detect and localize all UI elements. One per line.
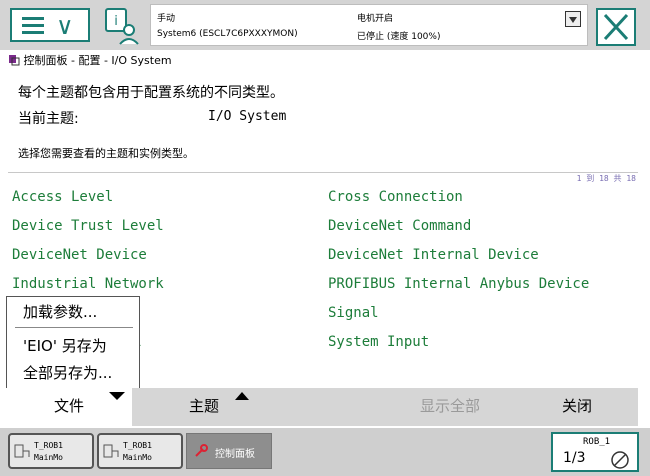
menu-item-load-parameters[interactable]: 加载参数... bbox=[23, 301, 97, 322]
description-text: 每个主题都包含用于配置系统的不同类型。 bbox=[18, 85, 284, 101]
triangle-down-icon bbox=[109, 392, 125, 400]
triangle-up-icon bbox=[235, 392, 249, 400]
list-item[interactable]: System Input bbox=[328, 334, 429, 350]
list-item[interactable]: Cross Connection bbox=[328, 189, 463, 205]
svg-text:i: i bbox=[114, 14, 118, 29]
task-button-1[interactable]: T_ROB1 MainMo bbox=[8, 433, 94, 469]
current-topic-value: I/O System bbox=[208, 109, 287, 124]
close-icon bbox=[603, 13, 629, 41]
control-panel-small-icon bbox=[9, 55, 20, 66]
taskbar: T_ROB1 MainMo T_ROB1 MainMo 控制面板 ROB_1 1… bbox=[0, 428, 650, 476]
speed-icon bbox=[611, 451, 629, 469]
show-all-button[interactable]: 显示全部 bbox=[376, 388, 524, 426]
system-name: System6 (ESCL7C6PXXXYMON) bbox=[157, 29, 298, 39]
rob-label: ROB_1 bbox=[583, 437, 611, 447]
task-2-module: MainMo bbox=[123, 453, 152, 462]
list-item[interactable]: DeviceNet Command bbox=[328, 218, 471, 234]
operator-info-icon[interactable]: i bbox=[102, 6, 142, 46]
show-all-label: 显示全部 bbox=[419, 397, 480, 415]
topic-button-label: 主题 bbox=[188, 397, 219, 415]
file-button[interactable]: 文件 bbox=[6, 388, 132, 426]
list-item[interactable]: PROFIBUS Internal Anybus Device bbox=[328, 276, 589, 292]
mode-label: 手动 bbox=[157, 14, 176, 24]
motor-state: 已停止 (速度 100%) bbox=[357, 32, 441, 42]
status-panel: 手动 System6 (ESCL7C6PXXXYMON) 电机开启 已停止 (速… bbox=[150, 4, 588, 46]
control-panel-label: 控制面板 bbox=[215, 449, 255, 460]
breadcrumb-text: 控制面板 - 配置 - I/O System bbox=[23, 54, 172, 67]
file-menu-popup: 加载参数... 'EIO' 另存为 全部另存为... bbox=[6, 296, 140, 390]
list-item[interactable]: Device Trust Level bbox=[12, 218, 164, 234]
top-bar: ∨ i 手动 System6 (ESCL7C6PXXXYMON) 电机开启 已停… bbox=[0, 0, 650, 50]
instruction-text: 选择您需要查看的主题和实例类型。 bbox=[18, 147, 194, 160]
paging-indicator: 1 到 18 共 18 bbox=[576, 174, 636, 183]
file-button-label: 文件 bbox=[53, 397, 84, 415]
event-log-icon[interactable] bbox=[565, 11, 581, 27]
list-item[interactable]: Signal bbox=[328, 305, 379, 321]
abb-menu-button[interactable]: ∨ bbox=[10, 8, 90, 42]
task-1-name: T_ROB1 bbox=[34, 441, 63, 450]
command-bar: 文件 主题 显示全部 关闭 bbox=[6, 388, 638, 426]
robot-task-icon bbox=[14, 444, 30, 458]
topic-button[interactable]: 主题 bbox=[132, 388, 276, 426]
close-command-label: 关闭 bbox=[561, 397, 592, 415]
menu-divider bbox=[15, 327, 133, 328]
hamburger-icon bbox=[22, 17, 44, 34]
control-panel-icon bbox=[195, 444, 208, 457]
quickset-button[interactable]: ROB_1 1/3 bbox=[551, 432, 639, 472]
close-command-button[interactable]: 关闭 bbox=[536, 388, 618, 426]
current-topic-label: 当前主题: bbox=[18, 111, 79, 127]
task-button-2[interactable]: T_ROB1 MainMo bbox=[97, 433, 183, 469]
chevron-down-icon: ∨ bbox=[56, 12, 74, 40]
motor-label: 电机开启 bbox=[357, 14, 394, 24]
breadcrumb: 控制面板 - 配置 - I/O System bbox=[8, 52, 172, 70]
robot-task-icon bbox=[103, 444, 119, 458]
control-panel-task-button[interactable]: 控制面板 bbox=[186, 433, 272, 469]
menu-item-save-eio-as[interactable]: 'EIO' 另存为 bbox=[23, 335, 107, 356]
task-2-name: T_ROB1 bbox=[123, 441, 152, 450]
list-item[interactable]: Industrial Network bbox=[12, 276, 164, 292]
list-item[interactable]: DeviceNet Internal Device bbox=[328, 247, 539, 263]
close-button[interactable] bbox=[596, 8, 636, 46]
task-1-module: MainMo bbox=[34, 453, 63, 462]
menu-item-save-all-as[interactable]: 全部另存为... bbox=[23, 362, 112, 383]
list-item[interactable]: Access Level bbox=[12, 189, 113, 205]
list-item[interactable]: DeviceNet Device bbox=[12, 247, 147, 263]
rob-fraction: 1/3 bbox=[563, 450, 586, 466]
